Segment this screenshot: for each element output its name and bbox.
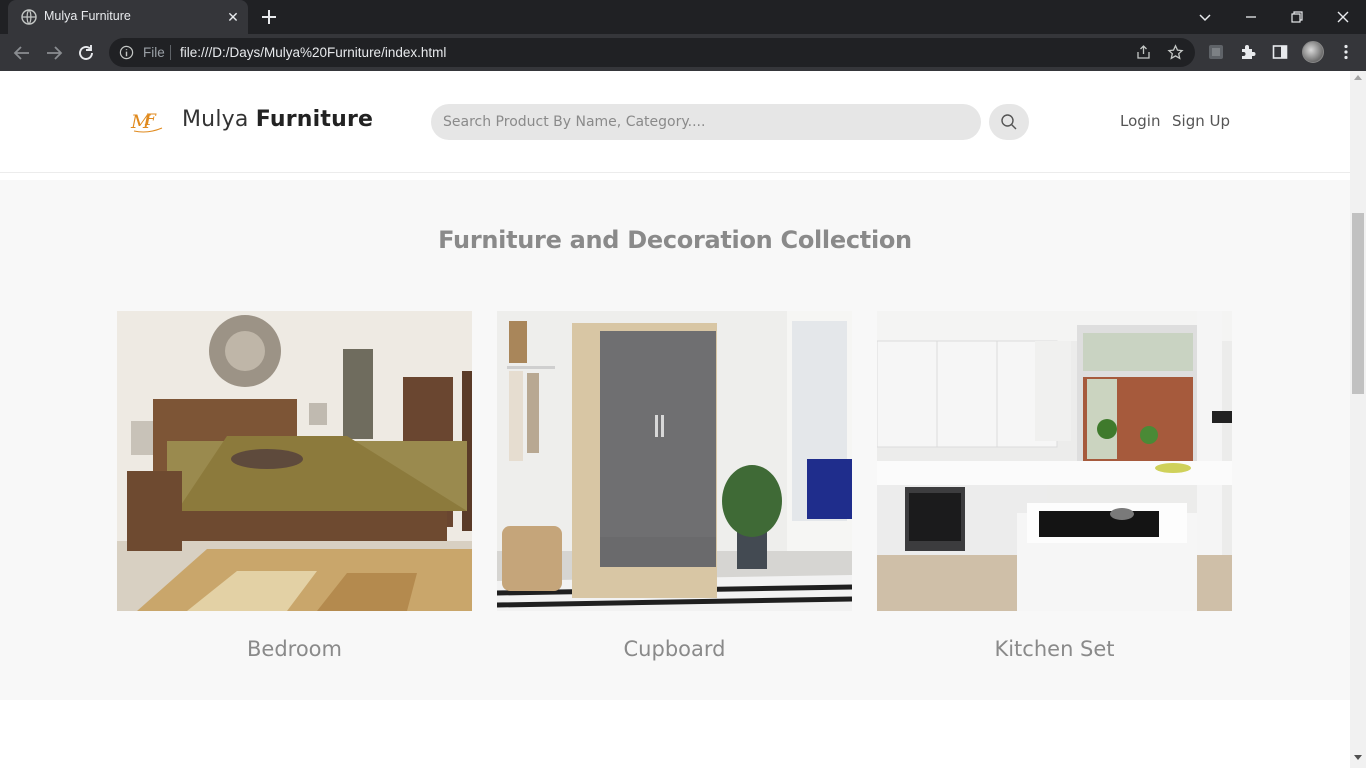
brand-logo-icon[interactable]: M F	[130, 108, 166, 134]
tab-title: Mulya Furniture	[44, 9, 131, 23]
site-header: M F Mulya Furniture Login Sign Up	[0, 71, 1350, 173]
signup-link[interactable]: Sign Up	[1172, 112, 1230, 130]
side-panel-icon[interactable]	[1271, 43, 1289, 61]
search-input[interactable]	[431, 104, 981, 140]
collection-section: Furniture and Decoration Collection Bedr…	[0, 180, 1350, 700]
restore-icon[interactable]	[1286, 6, 1308, 28]
url-text[interactable]: file:///D:/Days/Mulya%20Furniture/index.…	[180, 45, 446, 60]
share-icon[interactable]	[1135, 44, 1152, 61]
extension-square-icon[interactable]	[1207, 43, 1225, 61]
page-content-below	[0, 700, 1350, 768]
minimize-icon[interactable]	[1240, 6, 1262, 28]
info-icon[interactable]	[119, 45, 134, 60]
back-arrow-icon[interactable]	[11, 42, 33, 64]
collection-title: Furniture and Decoration Collection	[438, 226, 912, 254]
browser-tab-strip: Mulya Furniture ✕	[0, 0, 1366, 34]
close-tab-icon[interactable]: ✕	[224, 8, 242, 26]
profile-avatar[interactable]	[1302, 41, 1324, 63]
category-label[interactable]: Kitchen Set	[877, 637, 1232, 661]
category-label[interactable]: Cupboard	[497, 637, 852, 661]
bookmark-star-icon[interactable]	[1167, 44, 1184, 61]
address-bar[interactable]: File file:///D:/Days/Mulya%20Furniture/i…	[109, 38, 1195, 67]
new-tab-plus-icon[interactable]	[259, 7, 279, 27]
cupboard-image[interactable]	[497, 311, 852, 611]
search-button[interactable]	[989, 104, 1029, 140]
scheme-label: File	[143, 45, 165, 60]
globe-icon	[21, 9, 37, 25]
extensions-puzzle-icon[interactable]	[1239, 43, 1257, 61]
scroll-up-arrow-icon[interactable]	[1354, 75, 1362, 80]
scroll-down-arrow-icon[interactable]	[1354, 755, 1362, 760]
bedroom-image[interactable]	[117, 311, 472, 611]
kebab-menu-icon[interactable]	[1337, 43, 1355, 61]
close-window-icon[interactable]	[1332, 6, 1354, 28]
browser-toolbar: File file:///D:/Days/Mulya%20Furniture/i…	[0, 34, 1366, 71]
tab-search-chevron-icon[interactable]	[1194, 6, 1216, 28]
search-icon	[1001, 114, 1017, 130]
svg-text:F: F	[144, 110, 157, 129]
kitchen-set-image[interactable]	[877, 311, 1232, 611]
category-label[interactable]: Bedroom	[117, 637, 472, 661]
brand-name-bold: Furniture	[255, 107, 374, 132]
login-link[interactable]: Login	[1120, 112, 1160, 130]
reload-icon[interactable]	[75, 42, 97, 64]
vertical-scrollbar[interactable]	[1350, 71, 1366, 768]
brand-name-light: Mulya	[182, 107, 256, 132]
forward-arrow-icon[interactable]	[43, 42, 65, 64]
omnibox-separator	[170, 45, 171, 60]
brand-name[interactable]: Mulya Furniture	[182, 107, 373, 132]
page-viewport: M F Mulya Furniture Login Sign Up Furnit…	[0, 71, 1366, 768]
browser-tab[interactable]: Mulya Furniture ✕	[8, 0, 248, 34]
scrollbar-thumb[interactable]	[1352, 213, 1364, 394]
